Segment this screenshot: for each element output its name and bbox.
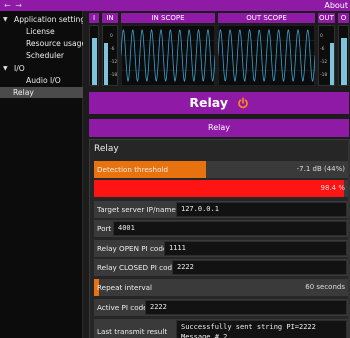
nav-arrows[interactable]: ← → bbox=[4, 0, 23, 11]
sidebar-item-audio-io[interactable]: Audio I/O bbox=[0, 75, 83, 86]
signal-level-meter: 98.4 % bbox=[94, 180, 348, 197]
scale-label: -6 bbox=[110, 47, 115, 52]
port-label: Port bbox=[97, 224, 112, 233]
scale-label: -6 bbox=[320, 47, 325, 52]
detection-threshold-slider[interactable]: Detection threshold -7.1 dB (44%) bbox=[94, 161, 348, 178]
level-meter-i bbox=[89, 25, 99, 86]
port-row: Port 4001 bbox=[94, 220, 348, 237]
top-bar: ← → About bbox=[0, 0, 350, 11]
relay-title: Relay bbox=[189, 95, 229, 110]
signal-level-fill bbox=[94, 180, 344, 197]
scale-label: 0 bbox=[320, 34, 323, 39]
relay-header: Relay bbox=[89, 92, 349, 114]
level-bar bbox=[92, 38, 97, 85]
scale-label: -12 bbox=[320, 60, 328, 65]
level-meter-o bbox=[338, 25, 349, 86]
relay-closed-label: Relay CLOSED PI code bbox=[97, 263, 177, 272]
relay-open-row: Relay OPEN PI code 1111 bbox=[94, 240, 348, 257]
last-transmit-row: Last transmit result Successfully sent s… bbox=[94, 319, 348, 338]
chevron-down-icon: ▼ bbox=[3, 65, 8, 72]
last-transmit-label: Last transmit result bbox=[97, 327, 168, 336]
target-server-input[interactable]: 127.0.0.1 bbox=[176, 202, 347, 217]
relay-open-input[interactable]: 1111 bbox=[164, 241, 347, 256]
chevron-down-icon: ▼ bbox=[3, 16, 8, 23]
target-server-row: Target server IP/name 127.0.0.1 bbox=[94, 201, 348, 218]
signal-level-value: 98.4 % bbox=[320, 184, 345, 192]
meters-strip: I IN IN SCOPE OUT SCOPE OUT O 0 -6 -12 -… bbox=[89, 13, 349, 86]
main-content: I IN IN SCOPE OUT SCOPE OUT O 0 -6 -12 -… bbox=[86, 11, 350, 338]
sidebar-item-label: Audio I/O bbox=[26, 76, 61, 85]
output-scope-display bbox=[218, 25, 315, 86]
sidebar-item-resource-usage[interactable]: Resource usage bbox=[0, 38, 83, 49]
tab-relay[interactable]: Relay bbox=[89, 119, 349, 137]
sidebar-item-scheduler[interactable]: Scheduler bbox=[0, 50, 83, 61]
relay-open-label: Relay OPEN PI code bbox=[97, 244, 168, 253]
sidebar-item-label: License bbox=[26, 27, 55, 36]
repeat-interval-slider[interactable]: Repeat interval 60 seconds bbox=[94, 279, 348, 296]
detection-threshold-label: Detection threshold bbox=[97, 165, 169, 174]
relay-closed-row: Relay CLOSED PI code 2222 bbox=[94, 259, 348, 276]
meter-header-i: I bbox=[89, 13, 99, 23]
about-link[interactable]: About bbox=[324, 0, 348, 11]
last-transmit-result: Successfully sent string PI=2222 Message… bbox=[176, 320, 347, 338]
level-meter-out: 0 -6 -12 -18 bbox=[318, 25, 335, 86]
sidebar-item-label: Relay bbox=[13, 88, 34, 97]
sidebar-item-io[interactable]: ▼ I/O bbox=[0, 63, 83, 74]
repeat-interval-label: Repeat interval bbox=[97, 283, 152, 292]
sidebar-item-application-settings[interactable]: ▼ Application settings bbox=[0, 14, 83, 25]
sidebar: ▼ Application settings License Resource … bbox=[0, 11, 83, 338]
meter-header-o: O bbox=[338, 13, 349, 23]
scale-label: 0 bbox=[110, 34, 113, 39]
active-pi-value: 2222 bbox=[145, 300, 347, 315]
relay-closed-input[interactable]: 2222 bbox=[172, 260, 347, 275]
relay-settings-panel: Relay Detection threshold -7.1 dB (44%) … bbox=[89, 139, 349, 338]
sidebar-item-relay[interactable]: Relay bbox=[0, 87, 83, 98]
sidebar-item-label: Scheduler bbox=[26, 51, 65, 60]
port-input[interactable]: 4001 bbox=[113, 221, 347, 236]
repeat-interval-value: 60 seconds bbox=[305, 283, 345, 291]
power-icon[interactable] bbox=[237, 97, 249, 109]
scale-label: -18 bbox=[110, 73, 118, 78]
meter-header-out-scope: OUT SCOPE bbox=[218, 13, 315, 23]
meter-header-in: IN bbox=[102, 13, 118, 23]
target-server-label: Target server IP/name bbox=[97, 205, 176, 214]
level-bar bbox=[104, 43, 108, 85]
sidebar-item-label: I/O bbox=[14, 64, 25, 73]
input-scope-display bbox=[121, 25, 215, 86]
scale-label: -12 bbox=[110, 60, 118, 65]
scale-label: -18 bbox=[320, 73, 328, 78]
panel-title: Relay bbox=[94, 144, 119, 154]
sidebar-item-label: Resource usage bbox=[26, 39, 83, 48]
sidebar-item-label: Application settings bbox=[14, 15, 83, 24]
sidebar-item-license[interactable]: License bbox=[0, 26, 83, 37]
level-bar bbox=[341, 38, 347, 85]
level-meter-in: 0 -6 -12 -18 bbox=[102, 25, 118, 86]
meter-header-out: OUT bbox=[318, 13, 335, 23]
meter-header-in-scope: IN SCOPE bbox=[121, 13, 215, 23]
active-pi-row: Active PI code 2222 bbox=[94, 299, 348, 316]
detection-threshold-value: -7.1 dB (44%) bbox=[296, 165, 345, 173]
active-pi-label: Active PI code bbox=[97, 303, 148, 312]
level-bar bbox=[330, 43, 334, 85]
